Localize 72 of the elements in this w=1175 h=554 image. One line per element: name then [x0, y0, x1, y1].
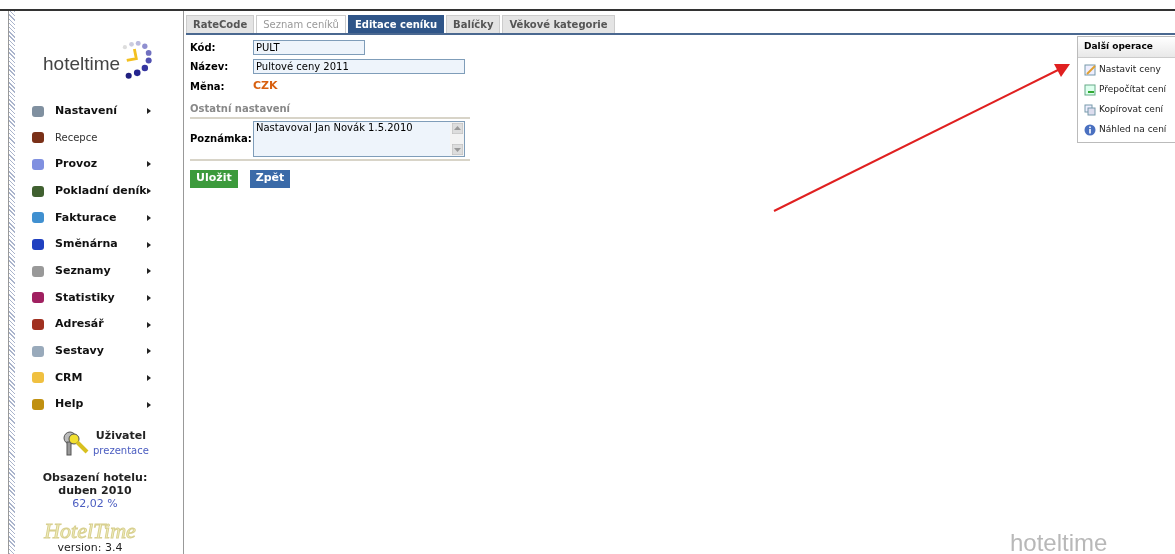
menu-item-icon — [31, 157, 45, 171]
pencil-page-icon — [1084, 63, 1096, 76]
menu-item-icon — [31, 371, 45, 385]
submenu-arrow-icon — [147, 241, 151, 248]
occupancy-title: Obsazení hotelu: — [42, 471, 148, 484]
background-logo: hoteltime — [1010, 531, 1108, 554]
scroll-down-icon[interactable] — [451, 143, 463, 155]
app-logo: hoteltime — [43, 53, 121, 73]
footer-logo: HotelTime — [44, 520, 136, 542]
occupancy-value: 62,02 % — [72, 497, 118, 510]
menu-item[interactable]: Statistiky — [17, 284, 183, 312]
code-field[interactable]: PULT — [253, 40, 365, 55]
section-heading: Ostatní nastavení — [190, 100, 470, 119]
operation-item[interactable]: Kopírovat cení — [1078, 99, 1175, 120]
menu-item-icon — [31, 131, 45, 145]
submenu-arrow-icon — [147, 161, 151, 168]
menu-item[interactable]: Pokladní deník — [17, 177, 183, 205]
menu-item[interactable]: Provoz — [17, 151, 183, 178]
user-name: prezentace — [93, 444, 149, 457]
version-label: version: 3.4 — [57, 542, 123, 554]
name-field[interactable]: Pultové ceny 2011 — [253, 59, 465, 74]
menu-item[interactable]: CRM — [17, 364, 183, 392]
menu-item-icon — [31, 318, 45, 332]
operation-item[interactable]: Náhled na cení — [1078, 119, 1175, 140]
note-field[interactable]: Nastavoval Jan Novák 1.5.2010 — [253, 120, 465, 157]
menu-item[interactable]: Sestavy — [17, 337, 183, 365]
currency-label: Měna: — [190, 79, 226, 94]
operation-item[interactable]: Přepočítat cení — [1078, 79, 1175, 100]
submenu-arrow-icon — [147, 374, 151, 381]
menu-item[interactable]: Seznamy — [17, 257, 183, 285]
submenu-arrow-icon — [147, 294, 151, 301]
operations-title: Další operace — [1078, 37, 1175, 58]
submenu-arrow-icon — [147, 214, 151, 221]
menu-item[interactable]: Fakturace — [17, 204, 183, 232]
copy-pages-icon — [1084, 103, 1096, 116]
menu-item-icon — [31, 184, 45, 198]
menu-item[interactable]: Adresář — [17, 311, 183, 338]
menu-item-icon — [31, 344, 45, 358]
clock-dots-icon — [122, 40, 153, 79]
scrollbar[interactable] — [450, 121, 464, 156]
submenu-arrow-icon — [147, 108, 151, 115]
menu-item-icon — [31, 238, 45, 252]
submenu-arrow-icon — [147, 401, 151, 408]
currency-value: CZK — [253, 78, 279, 94]
tab[interactable]: RateCode — [186, 15, 255, 33]
menu-item-icon — [31, 291, 45, 305]
name-label: Název: — [190, 60, 230, 74]
submenu-arrow-icon — [147, 321, 151, 328]
user-label: Uživatel — [95, 428, 146, 444]
submenu-arrow-icon — [147, 188, 151, 195]
info-icon — [1084, 123, 1096, 136]
save-button[interactable]: Uložit — [190, 169, 238, 188]
tab[interactable]: Věkové kategorie — [502, 15, 615, 33]
scroll-up-icon[interactable] — [451, 122, 463, 134]
tab[interactable]: Editace ceníku — [347, 15, 445, 33]
occupancy-period: duben 2010 — [58, 484, 132, 497]
note-label: Poznámka: — [190, 132, 253, 146]
menu-item-icon — [31, 104, 45, 118]
submenu-arrow-icon — [147, 348, 151, 355]
code-label: Kód: — [190, 41, 217, 55]
menu-item-icon — [31, 264, 45, 278]
menu-item[interactable]: Nastavení — [17, 97, 183, 125]
back-button[interactable]: Zpět — [249, 169, 291, 188]
menu-item[interactable]: Help — [17, 391, 183, 418]
submenu-arrow-icon — [147, 268, 151, 275]
menu-item[interactable]: Recepce — [17, 124, 183, 152]
menu-item-icon — [31, 398, 45, 412]
keys-icon — [61, 429, 89, 456]
menu-item[interactable]: Směnárna — [17, 231, 183, 258]
menu-item-icon — [31, 211, 45, 225]
operation-item[interactable]: Nastavit ceny — [1078, 59, 1175, 80]
tab[interactable]: Balíčky — [446, 15, 501, 33]
